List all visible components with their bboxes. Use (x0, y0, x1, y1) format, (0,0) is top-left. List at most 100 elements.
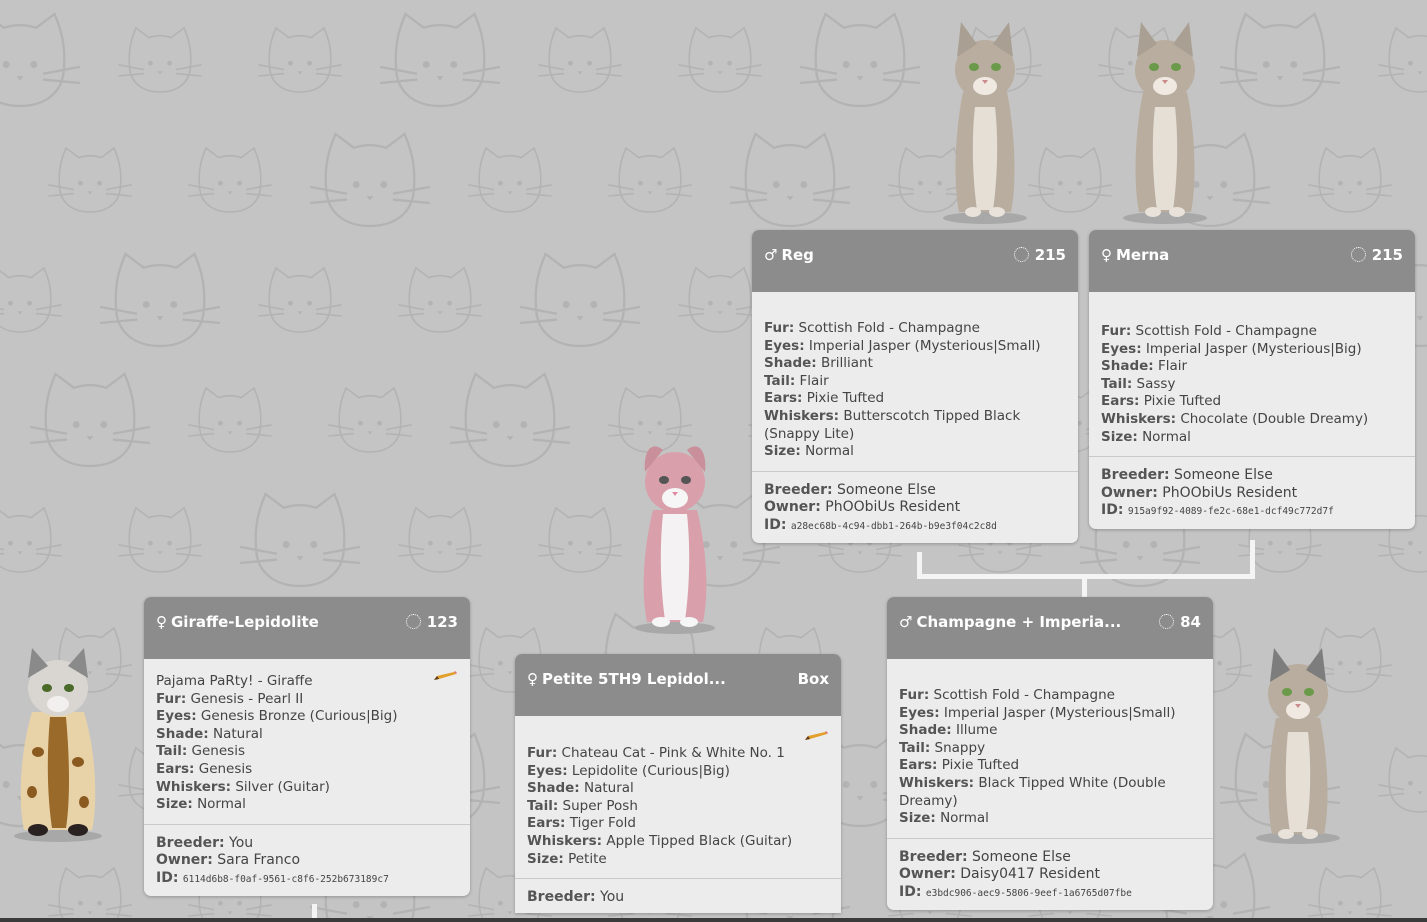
pencil-icon[interactable] (432, 671, 458, 681)
breeder: Breeder: Someone Else (899, 848, 1071, 865)
owner: Owner: Daisy0417 Resident (899, 866, 1100, 883)
cat-face-pattern-icon (0, 12, 81, 108)
card-footer: Breeder: Someone Else Owner: Daisy0417 R… (887, 837, 1213, 911)
cat-face-pattern-icon (47, 867, 133, 922)
trait-size: Size: Normal (899, 810, 989, 827)
cat-face-pattern-icon (1219, 12, 1341, 108)
owner: Owner: PhOObiUs Resident (764, 499, 961, 516)
cat-face-pattern-icon (537, 507, 623, 573)
cat-image-reg[interactable] (935, 12, 1035, 224)
cat-face-pattern-icon (187, 147, 273, 213)
cat-face-pattern-icon (117, 507, 203, 573)
traits: Pajama PaRty! - Giraffe Fur: Genesis - P… (144, 659, 470, 824)
trait-tail: Tail: Flair (764, 372, 829, 389)
spinner-icon (1159, 614, 1175, 629)
trait-size: Size: Normal (764, 443, 854, 460)
cat-face-pattern-icon (1307, 867, 1393, 922)
traits: Fur: Chateau Cat - Pink & White No. 1 Ey… (515, 716, 841, 878)
traits: Fur: Scottish Fold - Champagne Eyes: Imp… (1089, 292, 1415, 456)
trait-ears: Ears: Pixie Tufted (899, 757, 1020, 774)
cat-face-pattern-icon (799, 12, 921, 108)
trait-shade: Shade: Natural (527, 780, 634, 797)
trait-ears: Ears: Pixie Tufted (1101, 393, 1222, 410)
female-symbol-icon: ♀ (527, 670, 538, 688)
pencil-icon[interactable] (803, 731, 829, 741)
cat-image-merna[interactable] (1115, 12, 1215, 224)
cat-face-pattern-icon (239, 492, 361, 588)
cat-face-pattern-icon (0, 267, 63, 333)
cat-image-petite[interactable] (625, 432, 725, 634)
card-header: ♂ Reg 215 (752, 230, 1078, 292)
trait-tail: Tail: Snappy (899, 739, 986, 756)
breeder: Breeder: Someone Else (764, 481, 936, 498)
cat-image-giraffe[interactable] (8, 642, 108, 842)
cat-card-giraffe[interactable]: ♀ Giraffe-Lepidolite 123 Pajama PaRty! - … (144, 597, 470, 897)
cat-face-pattern-icon (1307, 147, 1393, 213)
cat-name[interactable]: Giraffe-Lepidolite (171, 613, 319, 631)
cat-face-pattern-icon (519, 252, 641, 348)
spinner-icon (1350, 247, 1366, 262)
cat-face-pattern-icon (117, 27, 203, 93)
score: 215 (1350, 246, 1403, 264)
male-symbol-icon: ♂ (899, 613, 913, 631)
cat-card-merna[interactable]: ♀ Merna 215 Fur: Scottish Fold - Champagn… (1089, 230, 1415, 529)
score: 84 (1159, 613, 1201, 631)
score: 215 (1013, 246, 1066, 264)
cat-card-champagne[interactable]: ♂ Champagne + Imperia... 84 Fur: Scottish… (887, 597, 1213, 911)
score: 123 (405, 613, 458, 631)
trait-whiskers: Whiskers: Apple Tipped Black (Guitar) (527, 832, 793, 849)
female-symbol-icon: ♀ (1101, 246, 1112, 264)
trait-ears: Ears: Tiger Fold (527, 815, 636, 832)
cat-face-pattern-icon (257, 27, 343, 93)
cat-name[interactable]: Champagne + Imperia... (916, 613, 1121, 631)
trait-eyes: Eyes: Imperial Jasper (Mysterious|Small) (899, 704, 1176, 721)
trait-size: Size: Normal (156, 796, 246, 813)
traits: Fur: Scottish Fold - Champagne Eyes: Imp… (887, 659, 1213, 838)
cat-face-pattern-icon (257, 267, 343, 333)
cat-card-reg[interactable]: ♂ Reg 215 Fur: Scottish Fold - Champagne … (752, 230, 1078, 544)
cat-subtitle: Pajama PaRty! - Giraffe (156, 673, 313, 689)
cat-id: ID: a28ec68b-4c94-dbb1-264b-b9e3f04c2c8d (764, 516, 997, 533)
cat-name[interactable]: Petite 5TH9 Lepidol... (542, 670, 726, 688)
trait-tail: Tail: Genesis (156, 743, 245, 760)
trait-whiskers: Whiskers: Chocolate (Double Dreamy) (1101, 410, 1369, 427)
spinner-icon (405, 614, 421, 629)
trait-fur: Fur: Scottish Fold - Champagne (899, 687, 1115, 703)
cat-face-pattern-icon (187, 387, 273, 453)
trait-shade: Shade: Natural (156, 725, 263, 742)
trait-shade: Shade: Flair (1101, 358, 1188, 375)
trait-size: Size: Normal (1101, 428, 1191, 445)
cat-face-pattern-icon (467, 147, 553, 213)
trait-fur: Fur: Genesis - Pearl II (156, 690, 304, 707)
cat-face-pattern-icon (29, 372, 151, 468)
trait-fur: Fur: Scottish Fold - Champagne (1101, 323, 1317, 339)
trait-eyes: Eyes: Imperial Jasper (Mysterious|Big) (1101, 340, 1362, 357)
trait-shade: Shade: Brilliant (764, 355, 873, 372)
trait-whiskers: Whiskers: Silver (Guitar) (156, 778, 330, 795)
owner: Owner: Sara Franco (156, 852, 301, 869)
breeder: Breeder: Someone Else (1101, 467, 1273, 484)
cat-name[interactable]: Merna (1116, 246, 1169, 264)
cat-face-pattern-icon (47, 147, 133, 213)
cat-id: ID: 6114d6b8-f0af-9561-c8f6-252b673189c7 (156, 869, 389, 886)
cat-image-champagne[interactable] (1248, 642, 1348, 844)
breeder: Breeder: You (527, 889, 625, 906)
card-footer: Breeder: You Owner: Sara Franco ID: 6114… (144, 823, 470, 897)
trait-whiskers: Whiskers: Black Tipped White (Double Dre… (899, 774, 1166, 809)
cat-face-pattern-icon (677, 267, 763, 333)
cat-card-petite[interactable]: ♀ Petite 5TH9 Lepidol... Box Fur: Chateau… (515, 654, 841, 913)
trait-tail: Tail: Sassy (1101, 375, 1176, 392)
card-header: ♀ Merna 215 (1089, 230, 1415, 292)
cat-id: ID: 915a9f92-4089-fe2c-68e1-dcf49c772d7f (1101, 502, 1334, 519)
cat-name[interactable]: Reg (781, 246, 813, 264)
cat-face-pattern-icon (309, 132, 431, 228)
card-footer: Breeder: Someone Else Owner: PhOObiUs Re… (752, 470, 1078, 544)
card-footer: Breeder: You (515, 878, 841, 913)
trait-fur: Fur: Chateau Cat - Pink & White No. 1 (527, 745, 785, 761)
trait-ears: Ears: Pixie Tufted (764, 390, 885, 407)
card-header: ♀ Petite 5TH9 Lepidol... Box (515, 654, 841, 716)
spinner-icon (1013, 247, 1029, 262)
cat-face-pattern-icon (0, 507, 63, 573)
traits: Fur: Scottish Fold - Champagne Eyes: Imp… (752, 292, 1078, 471)
cat-face-pattern-icon (537, 27, 623, 93)
